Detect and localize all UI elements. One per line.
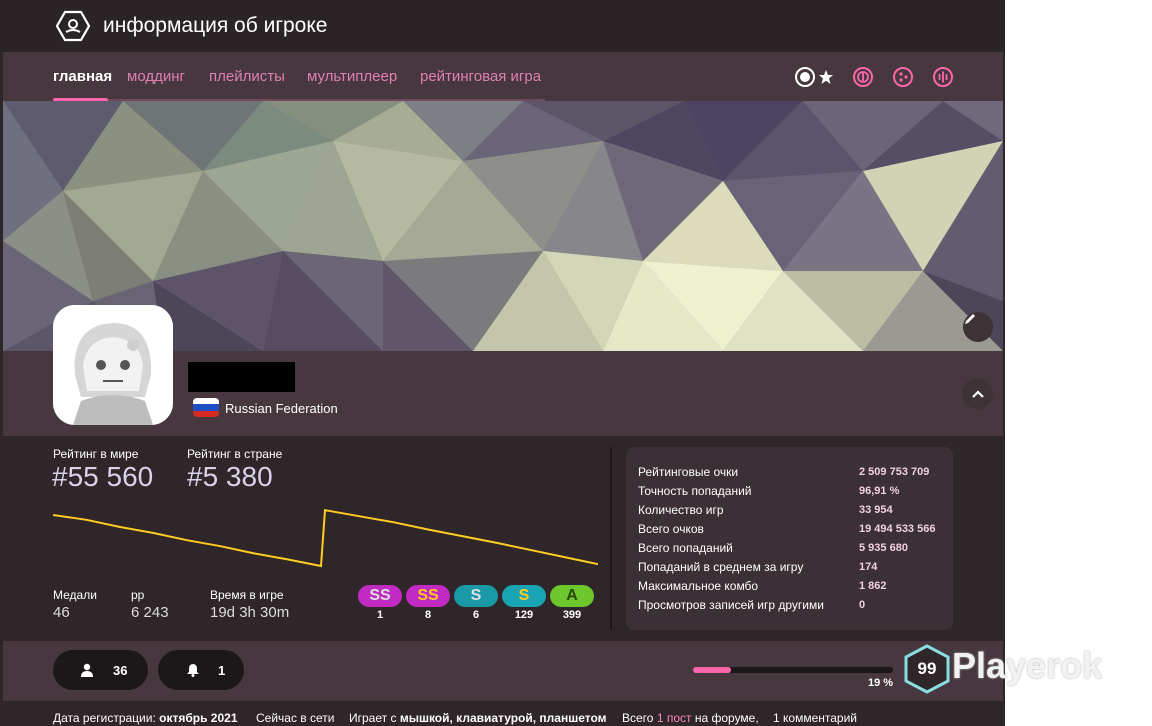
stat-accuracy-value: 96,91 %: [859, 485, 900, 497]
forum-stats: Всего 1 пост на форуме,: [622, 711, 759, 725]
bell-icon: [187, 664, 199, 677]
pencil-icon: [965, 314, 975, 324]
level-number: 99: [917, 659, 937, 678]
stat-replays-watched-label: Просмотров записей игр другими: [638, 598, 824, 612]
chevron-up-icon: [971, 389, 984, 398]
stat-max-combo-label: Максимальное комбо: [638, 579, 759, 593]
stat-playcount-label: Количество игр: [638, 503, 724, 517]
profile-info-line: Дата регистрации: октябрь 2021 Сейчас в …: [3, 701, 1003, 726]
grade-ss-count: 8: [424, 609, 432, 621]
country-rank-label: Рейтинг в стране: [187, 447, 283, 461]
followers-count: 36: [113, 662, 128, 678]
edit-cover-button[interactable]: [963, 312, 993, 342]
followers-button[interactable]: 36: [53, 650, 148, 690]
country-flag-ru: [193, 398, 219, 417]
stat-total-hits-value: 5 935 680: [859, 542, 908, 554]
global-rank-value: #55 560: [52, 461, 154, 492]
detailed-stats-panel: Рейтинговые очки 2 509 753 709 Точность …: [626, 447, 953, 630]
tab-main[interactable]: главная: [53, 68, 112, 85]
country-rank-value: #5 380: [187, 461, 273, 492]
user-icon: [81, 663, 93, 677]
grade-ss-badge: SS: [406, 585, 450, 607]
collapse-profile-button[interactable]: [962, 378, 993, 409]
medals-value: 46: [53, 604, 70, 621]
grade-s-silver-label: S: [470, 587, 482, 604]
avatar[interactable]: [53, 305, 173, 425]
grade-s-badge: S: [502, 585, 546, 607]
global-rank-label: Рейтинг в мире: [53, 447, 139, 461]
pp-label: pp: [131, 588, 145, 602]
tab-modding[interactable]: моддинг: [127, 68, 185, 85]
pp-value: 6 243: [131, 604, 169, 621]
forum-posts-link[interactable]: 1 пост: [657, 711, 692, 725]
stat-hits-per-play-label: Попаданий в среднем за игру: [638, 560, 804, 574]
watermark-logo: Playerok: [952, 645, 1103, 686]
osu-mode-icon[interactable]: [794, 66, 816, 88]
profile-nav: главная моддинг плейлисты мультиплеер ре…: [3, 52, 1003, 102]
online-status: Сейчас в сети: [256, 711, 335, 725]
grade-ss-silver-count: 1: [376, 609, 384, 621]
forum-suffix: на форуме,: [694, 711, 759, 725]
stat-total-hits-label: Всего попаданий: [638, 541, 733, 555]
mania-mode-icon[interactable]: [932, 66, 954, 88]
stat-replays-watched-value: 0: [859, 599, 866, 611]
page-header: информация об игроке: [0, 0, 1005, 52]
stats-divider: [610, 447, 612, 630]
grade-s-silver-badge: S: [454, 585, 498, 607]
forum-prefix: Всего: [622, 711, 654, 725]
playtime-label: Время в игре: [210, 588, 284, 602]
tab-ranked[interactable]: рейтинговая игра: [420, 68, 541, 85]
stat-accuracy-label: Точность попаданий: [638, 484, 752, 498]
grade-ss-label: SS: [417, 587, 439, 604]
star-icon: [819, 70, 833, 84]
comments-link[interactable]: 1 комментарий: [773, 711, 857, 725]
profile-page: информация об игроке главная моддинг пле…: [0, 0, 1005, 726]
catch-mode-icon[interactable]: [892, 66, 914, 88]
join-date-label: Дата регистрации:: [53, 711, 156, 725]
playstyle: Играет с мышкой, клавиатурой, планшетом: [349, 711, 607, 725]
user-card-icon: [56, 10, 90, 42]
join-date: Дата регистрации: октябрь 2021: [53, 711, 238, 725]
grade-s-silver-count: 6: [472, 609, 480, 621]
grade-ss-silver-badge: SS: [358, 585, 402, 607]
page-title: информация об игроке: [103, 14, 328, 37]
level-progress-label: 19 %: [868, 677, 894, 689]
avatar-image: [53, 305, 173, 425]
playtime-value: 19d 3h 30m: [210, 604, 290, 621]
grade-a-label: A: [566, 587, 578, 604]
stat-hits-per-play-value: 174: [859, 561, 878, 573]
join-date-value: октябрь 2021: [159, 711, 238, 725]
stat-max-combo-value: 1 862: [859, 580, 887, 592]
stat-ranked-score-value: 2 509 753 709: [859, 466, 930, 478]
stat-playcount-value: 33 954: [859, 504, 893, 516]
subscribers-count: 1: [218, 662, 226, 678]
grade-a-count: 399: [562, 609, 582, 621]
level-progress-bar: [693, 667, 893, 673]
medals-label: Медали: [53, 588, 97, 602]
tab-playlists[interactable]: плейлисты: [209, 68, 285, 85]
rank-history-line: [53, 509, 598, 568]
grade-ss-silver-label: SS: [369, 587, 391, 604]
subscribe-button[interactable]: 1: [158, 650, 244, 690]
playstyle-label: Играет с: [349, 711, 397, 725]
taiko-mode-icon[interactable]: [852, 66, 874, 88]
grade-s-label: S: [518, 587, 530, 604]
stat-total-score-label: Всего очков: [638, 522, 704, 536]
country-name[interactable]: Russian Federation: [225, 401, 338, 416]
grade-s-count: 129: [514, 609, 534, 621]
grade-a-badge: A: [550, 585, 594, 607]
playstyle-value: мышкой, клавиатурой, планшетом: [399, 711, 607, 725]
tab-multiplayer[interactable]: мультиплеер: [307, 68, 397, 85]
stat-total-score-value: 19 494 533 566: [859, 523, 936, 535]
rank-history-chart[interactable]: [53, 503, 598, 575]
username-redacted: [188, 362, 295, 392]
level-progress-fill: [693, 667, 731, 673]
stat-ranked-score-label: Рейтинговые очки: [638, 465, 739, 479]
